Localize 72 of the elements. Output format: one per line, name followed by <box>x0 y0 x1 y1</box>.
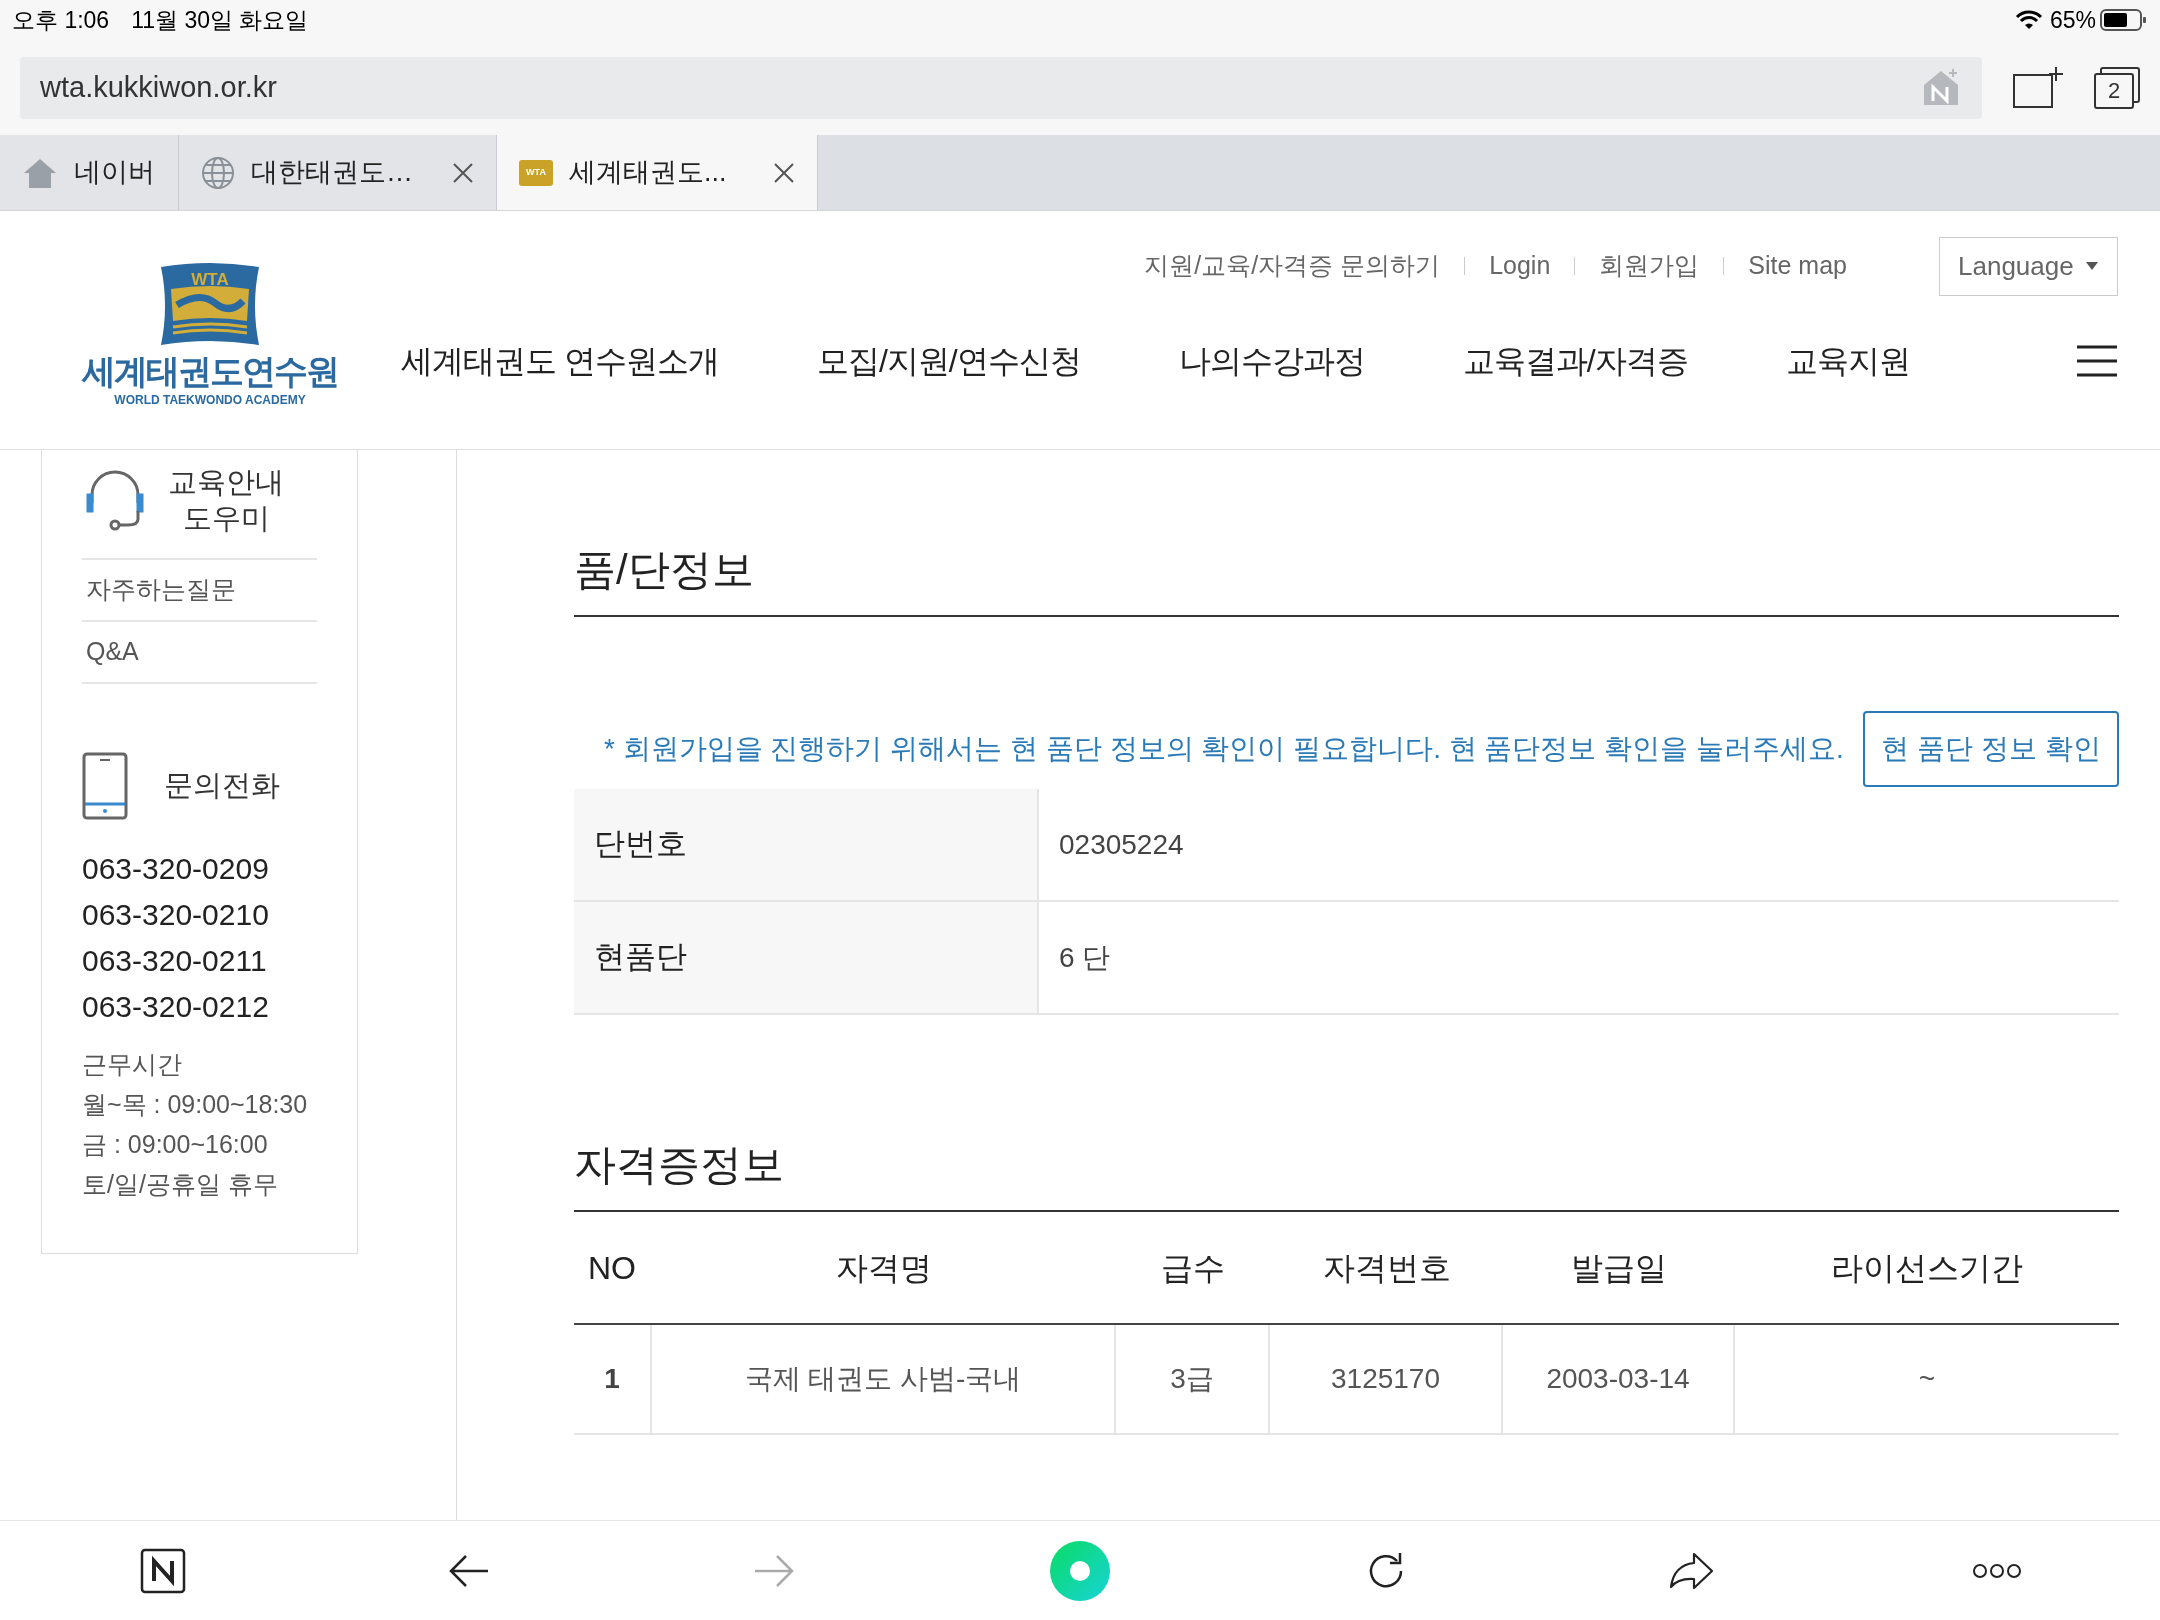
dropdown-caret-icon <box>2085 261 2099 271</box>
sidebar-link[interactable]: 자주하는질문 <box>86 571 236 609</box>
browser-tab[interactable]: 대한태권도… <box>179 135 497 210</box>
info-label-cell: 현품단 <box>574 902 1039 1013</box>
info-value-cell-text: 6 단 <box>1058 940 1112 975</box>
table-cell: 국제 태권도 사범-국내 <box>652 1325 1116 1433</box>
tab-title: 네이버 <box>74 156 156 190</box>
section-title: 자격증정보 <box>574 1133 2119 1212</box>
section-title: 품/단정보 <box>574 538 2119 617</box>
phone-number: 063-320-0210 <box>82 897 270 933</box>
notice-text: * 회원가입을 진행하기 위해서는 현 품단 정보의 확인이 필요합니다. 현 품단정보 확인을 눌러주세요. <box>603 732 1845 766</box>
table-cell-text: ~ <box>1917 1362 1937 1396</box>
logo-badge-text: WTA <box>190 269 230 291</box>
favicon: WTA <box>519 159 553 186</box>
globe-icon <box>201 155 235 190</box>
language-dropdown[interactable]: Language <box>1939 236 2118 296</box>
phone-number: 063-320-0209 <box>82 851 270 887</box>
tab-title: 대한태권도… <box>251 156 414 190</box>
utility-link[interactable]: 지원/교육/자격증 문의하기 <box>1144 247 1441 285</box>
url-text: wta.kukkiwon.or.kr <box>40 69 278 105</box>
status-time: 오후 1:06 <box>12 5 110 35</box>
nav-menu-item[interactable]: 나의수강과정 <box>1178 337 1365 385</box>
status-date: 11월 30일 화요일 <box>131 5 309 35</box>
utility-link[interactable]: Site map <box>1748 247 1847 285</box>
tab-title: 세계태권도... <box>569 156 728 190</box>
table-cell: 3125170 <box>1270 1325 1503 1433</box>
nav-menu-item[interactable]: 세계태권도 연수원소개 <box>401 337 719 385</box>
table-cell: 1 <box>574 1325 652 1433</box>
new-tab-icon[interactable] <box>2012 64 2064 111</box>
battery-icon <box>2100 8 2148 32</box>
column-header: 발급일 <box>1570 1248 1668 1288</box>
office-hours-text: 토/일/공휴일 휴무 <box>82 1169 279 1200</box>
address-bar[interactable]: wta.kukkiwon.or.kr <box>20 56 1982 119</box>
more-icon[interactable] <box>1972 1562 2023 1579</box>
menu-icon[interactable] <box>2076 344 2118 378</box>
helper-title: 교육안내 도우미 <box>168 465 284 536</box>
wifi-icon <box>2013 9 2044 31</box>
phone-number: 063-320-0212 <box>82 989 270 1025</box>
utility-link[interactable]: Login <box>1489 247 1551 285</box>
site-logo[interactable]: WTA 세계태권도연수원 WORLD TAEKWONDO ACADEMY <box>80 211 340 449</box>
info-value-cell-text: 02305224 <box>1058 827 1185 862</box>
info-label-cell: 단번호 <box>574 789 1039 900</box>
phone-title: 문의전화 <box>164 768 280 804</box>
office-hours-text: 금 : 09:00~16:00 <box>82 1129 269 1160</box>
mobile-phone-icon <box>82 752 128 820</box>
nav-menu-item[interactable]: 교육지원 <box>1785 337 1910 385</box>
column-header: 자격번호 <box>1321 1248 1452 1288</box>
browser-tab[interactable]: WTA 세계태권도... <box>497 135 818 210</box>
browser-tab[interactable]: 네이버 <box>0 135 179 210</box>
column-header: 라이선스기간 <box>1830 1248 2024 1288</box>
nav-menu-item[interactable]: 모집/지원/연수신청 <box>816 337 1081 385</box>
confirm-rank-button[interactable]: 현 품단 정보 확인 <box>1863 711 2119 787</box>
logo-title: 세계태권도연수원 <box>82 351 338 391</box>
column-header: 급수 <box>1160 1248 1226 1288</box>
nav-menu-item[interactable]: 교육결과/자격증 <box>1462 337 1688 385</box>
column-header: NO <box>587 1248 637 1288</box>
naver-n-icon[interactable] <box>139 1547 186 1594</box>
home-icon <box>22 156 58 189</box>
office-hours-text: 월~목 : 09:00~18:30 <box>82 1089 309 1120</box>
table-cell: 2003-03-14 <box>1503 1325 1735 1433</box>
close-icon[interactable] <box>773 161 795 184</box>
office-hours-text: 근무시간 <box>82 1049 183 1080</box>
table-cell: 3급 <box>1116 1325 1270 1433</box>
share-arrow-icon[interactable] <box>1668 1550 1715 1591</box>
utility-link[interactable]: 회원가입 <box>1599 247 1700 285</box>
sidebar-link[interactable]: Q&A <box>86 633 139 671</box>
close-icon[interactable] <box>452 161 474 184</box>
logo-subtitle: WORLD TAEKWONDO ACADEMY <box>114 392 306 409</box>
phone-number: 063-320-0211 <box>82 943 268 979</box>
column-header: 자격명 <box>835 1248 933 1288</box>
back-arrow-icon[interactable] <box>447 1552 490 1589</box>
battery-percent: 65% <box>2049 5 2096 35</box>
